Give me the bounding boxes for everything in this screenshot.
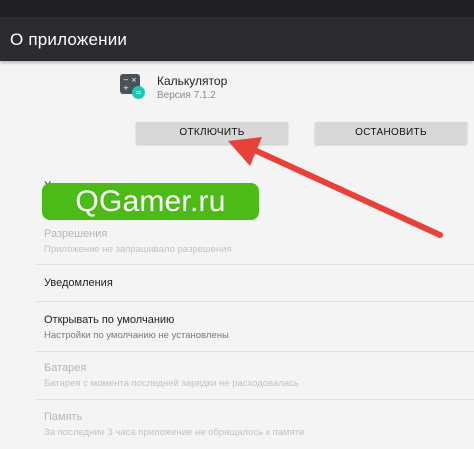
battery-title: Батарея — [44, 362, 87, 374]
notifications-item[interactable]: Уведомления — [0, 265, 474, 302]
app-name: Калькулятор — [157, 74, 228, 88]
memory-title: Память — [44, 411, 83, 423]
status-bar — [0, 0, 474, 17]
watermark-logo: QGamer.ru — [42, 183, 259, 220]
open-by-default-title: Открывать по умолчанию — [44, 314, 175, 326]
memory-item: Память За последние 3 часа приложение не… — [0, 400, 474, 448]
app-version: Версия 7.1.2 — [157, 90, 216, 101]
force-stop-button[interactable]: ОСТАНОВИТЬ — [315, 122, 467, 144]
permissions-title: Разрешения — [44, 228, 108, 240]
battery-subtitle: Батарея с момента последней зарядки не р… — [44, 378, 299, 389]
app-header: − × + = Калькулятор Версия 7.1.2 — [120, 74, 320, 104]
battery-item: Батарея Батарея с момента последней заря… — [0, 352, 474, 399]
permissions-item: Разрешения Приложение не запрашивало раз… — [0, 220, 474, 262]
app-bar: О приложении — [0, 17, 474, 61]
open-by-default-item[interactable]: Открывать по умолчанию Настройки по умол… — [0, 302, 474, 352]
disable-button[interactable]: ОТКЛЮЧИТЬ — [136, 122, 288, 144]
page-title: О приложении — [10, 30, 128, 49]
permissions-subtitle: Приложение не запрашивало разрешения — [44, 244, 232, 255]
open-by-default-subtitle: Настройки по умолчанию не установлены — [44, 330, 229, 341]
memory-subtitle: За последние 3 часа приложение не обраща… — [44, 427, 305, 438]
calculator-icon: − × + = — [120, 74, 145, 99]
notifications-title: Уведомления — [44, 277, 113, 289]
